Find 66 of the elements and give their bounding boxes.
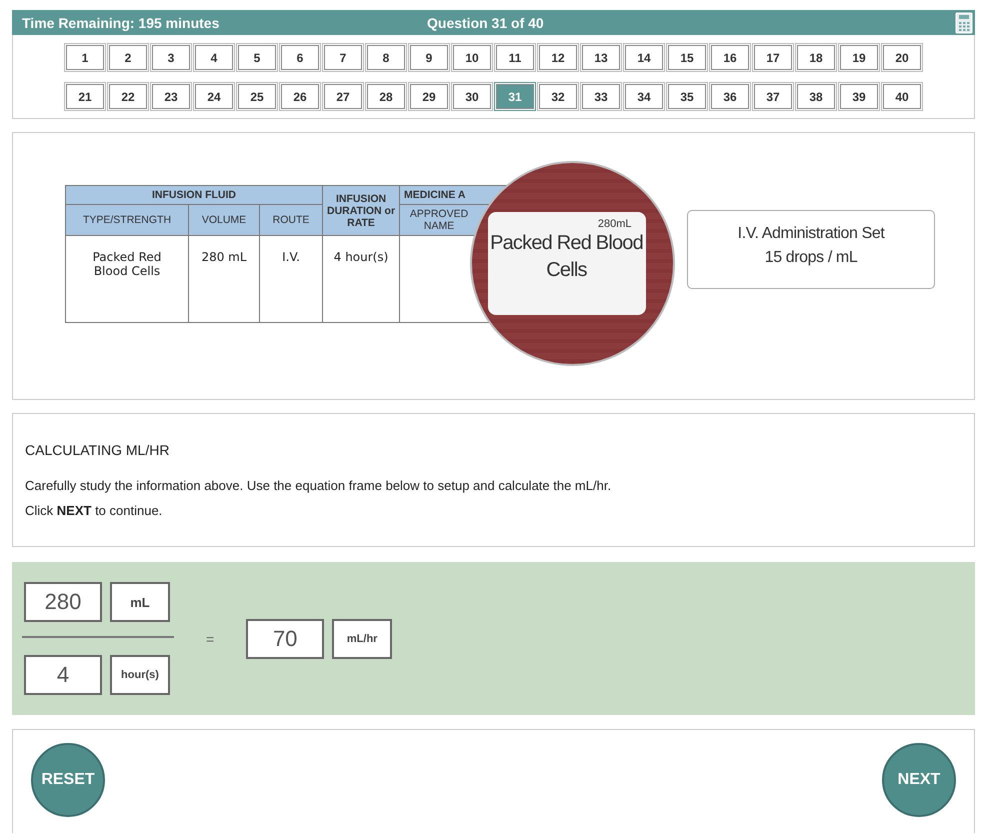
column-header: TYPE/STRENGTH [66, 204, 188, 236]
question-number-button[interactable]: 4 [195, 45, 233, 70]
calculator-icon[interactable] [955, 12, 973, 34]
question-number-button[interactable]: 28 [367, 84, 405, 109]
question-number-button[interactable]: 11 [496, 45, 534, 70]
section-title: CALCULATING ML/HR [25, 442, 170, 458]
question-number-button[interactable]: 34 [625, 84, 663, 109]
question-number-button[interactable]: 38 [797, 84, 835, 109]
question-number-button[interactable]: 5 [238, 45, 276, 70]
question-number-button[interactable]: 37 [754, 84, 792, 109]
question-number-button[interactable]: 15 [668, 45, 706, 70]
question-counter: Question 31 of 40 [427, 14, 545, 30]
question-number-button[interactable]: 22 [109, 84, 147, 109]
table-cell: Packed Red Blood Cells [66, 236, 188, 322]
table-header: INFUSION DURATION or RATE [322, 186, 400, 236]
question-number-button[interactable]: 9 [410, 45, 448, 70]
column-header: ROUTE [260, 204, 323, 236]
question-number-button[interactable]: 2 [109, 45, 147, 70]
question-number-button[interactable]: 14 [625, 45, 663, 70]
question-number-button[interactable]: 13 [582, 45, 620, 70]
bag-volume: 280mL [598, 218, 632, 230]
result-unit[interactable]: mL/hr [332, 618, 392, 658]
question-number-button[interactable]: 29 [410, 84, 448, 109]
question-number-button[interactable]: 16 [711, 45, 749, 70]
question-number-button[interactable]: 26 [281, 84, 319, 109]
set-title: I.V. Administration Set [738, 225, 884, 243]
reset-button[interactable]: RESET [31, 743, 105, 817]
question-number-button[interactable]: 36 [711, 84, 749, 109]
question-number-button[interactable]: 6 [281, 45, 319, 70]
question-number-button[interactable]: 18 [797, 45, 835, 70]
question-number-button[interactable]: 10 [453, 45, 491, 70]
question-number-button[interactable]: 7 [324, 45, 362, 70]
instruction-text: Carefully study the information above. Use the equation frame below to setup and calculate the mL/hr. [25, 478, 612, 493]
question-number-button[interactable]: 8 [367, 45, 405, 70]
question-number-button[interactable]: 23 [152, 84, 190, 109]
denominator-unit[interactable]: hour(s) [110, 655, 170, 695]
question-number-button[interactable]: 1 [66, 45, 104, 70]
table-cell: I.V. [260, 236, 323, 322]
denominator-value[interactable]: 4 [24, 655, 102, 695]
question-number-button[interactable]: 27 [324, 84, 362, 109]
table-cell: 4 hour(s) [322, 236, 400, 322]
table-header: INFUSION FLUID [66, 186, 323, 204]
instruction-text: Click NEXT to continue. [25, 503, 164, 518]
numerator-unit[interactable]: mL [110, 582, 170, 622]
question-number-button[interactable]: 20 [883, 45, 921, 70]
time-remaining: Time Remaining: 195 minutes [21, 14, 220, 30]
numerator-value[interactable]: 280 [24, 582, 102, 622]
question-number-button[interactable]: 30 [453, 84, 491, 109]
table-cell: 280 mL [188, 236, 260, 322]
question-number-button[interactable]: 39 [840, 84, 878, 109]
question-number-button[interactable]: 32 [539, 84, 577, 109]
question-number-button[interactable]: 19 [840, 45, 878, 70]
equals-sign: = [206, 630, 214, 646]
question-number-button[interactable]: 21 [66, 84, 104, 109]
question-number-button[interactable]: 33 [582, 84, 620, 109]
drop-factor: 15 drops / mL [764, 249, 858, 267]
question-number-button[interactable]: 3 [152, 45, 190, 70]
result-value[interactable]: 70 [246, 618, 324, 658]
column-header: VOLUME [188, 204, 260, 236]
question-number-button[interactable]: 24 [195, 84, 233, 109]
question-number-button[interactable]: 12 [539, 45, 577, 70]
question-number-button[interactable]: 40 [883, 84, 921, 109]
next-button[interactable]: NEXT [882, 743, 956, 817]
question-number-button[interactable]: 17 [754, 45, 792, 70]
question-number-button[interactable]: 35 [668, 84, 706, 109]
question-number-button[interactable]: 25 [238, 84, 276, 109]
